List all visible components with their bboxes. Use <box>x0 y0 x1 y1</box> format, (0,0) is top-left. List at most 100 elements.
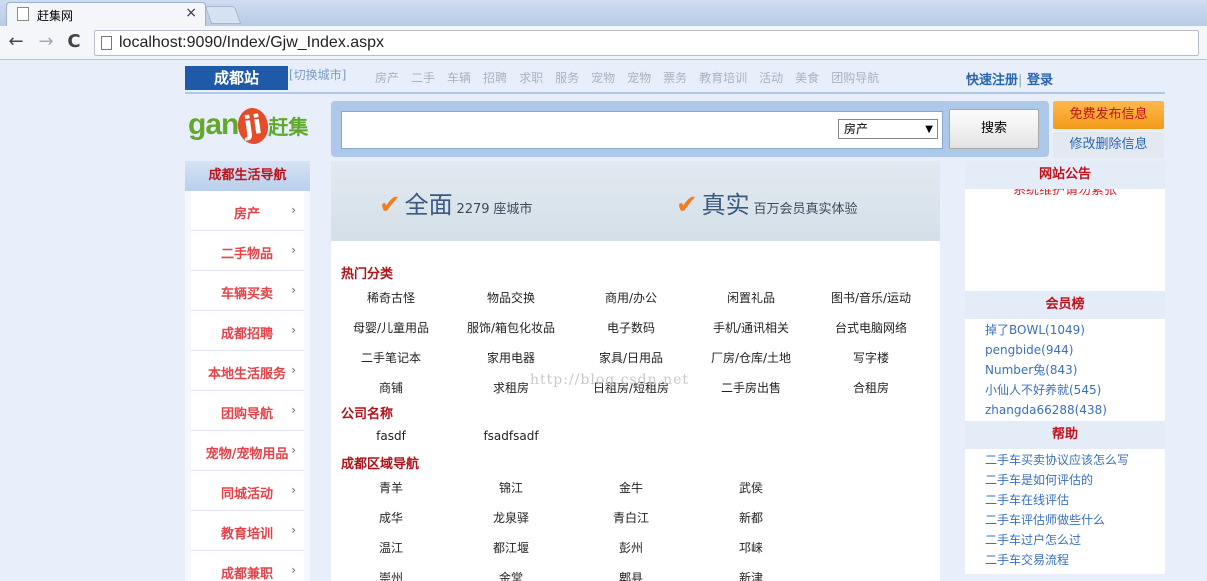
ganji-logo[interactable]: gan ji 赶集 <box>188 106 308 146</box>
top-nav-item[interactable]: 团购导航 <box>831 69 879 86</box>
region-link[interactable]: 郫县 <box>571 569 691 581</box>
hot-category-link[interactable]: 家具/日用品 <box>571 349 691 366</box>
left-nav-item[interactable]: 宠物/宠物用品 › <box>191 431 304 471</box>
left-nav-item[interactable]: 二手物品 › <box>191 231 304 271</box>
hot-category-link[interactable]: 商铺 <box>331 379 451 396</box>
login-link[interactable]: 登录 <box>1027 73 1053 88</box>
top-nav-item[interactable]: 票务 <box>663 69 687 86</box>
region-link[interactable]: 龙泉驿 <box>451 509 571 526</box>
hot-category-link[interactable]: 电子数码 <box>571 319 691 336</box>
region-link[interactable]: 锦江 <box>451 479 571 496</box>
region-link[interactable]: 温江 <box>331 539 451 556</box>
hot-category-link[interactable]: 物品交换 <box>451 289 571 306</box>
new-tab-button[interactable] <box>204 6 242 24</box>
edit-post-button[interactable]: 修改删除信息 <box>1053 132 1164 158</box>
address-bar[interactable]: localhost:9090/Index/Gjw_Index.aspx <box>94 30 1199 56</box>
top-nav-item[interactable]: 二手 <box>411 69 435 86</box>
free-post-button[interactable]: 免费发布信息 <box>1053 101 1164 129</box>
register-link[interactable]: 快速注册 <box>966 73 1018 88</box>
hot-category-link[interactable]: 商用/办公 <box>571 289 691 306</box>
region-link[interactable]: 邛崃 <box>691 539 811 556</box>
logo-text: gan <box>188 108 239 141</box>
hot-category-link[interactable]: 手机/通讯相关 <box>691 319 811 336</box>
member-link[interactable]: 掉了BOWL(1049) <box>965 320 1165 340</box>
left-nav-item[interactable]: 教育培训 › <box>191 511 304 551</box>
top-nav-item[interactable]: 房产 <box>375 69 399 86</box>
help-list: 二手车买卖协议应该怎么写 二手车是如何评估的 二手车在线评估 二手车评估师做些什… <box>965 449 1165 574</box>
help-link[interactable]: 二手车评估师做些什么 <box>965 510 1165 530</box>
region-link[interactable]: 青羊 <box>331 479 451 496</box>
hot-category-link[interactable]: 闲置礼品 <box>691 289 811 306</box>
notice-text[interactable]: 系统维护请勿紧张 <box>965 189 1165 205</box>
member-link[interactable]: 小仙人不好养就(545) <box>965 380 1165 400</box>
check-icon: ✔ <box>379 190 401 220</box>
region-link[interactable]: 彭州 <box>571 539 691 556</box>
region-link[interactable]: 成华 <box>331 509 451 526</box>
hot-category-link[interactable]: 母婴/儿童用品 <box>331 319 451 336</box>
help-link[interactable]: 二手车买卖协议应该怎么写 <box>965 450 1165 470</box>
chevron-right-icon: › <box>291 363 296 377</box>
region-link[interactable]: 武侯 <box>691 479 811 496</box>
search-button[interactable]: 搜索 <box>949 109 1039 149</box>
browser-tab[interactable]: 赶集网 × <box>6 2 206 26</box>
member-link[interactable]: Number兔(843) <box>965 360 1165 380</box>
region-link[interactable]: 金牛 <box>571 479 691 496</box>
hot-category-link[interactable]: 写字楼 <box>811 349 931 366</box>
top-nav-item[interactable]: 求职 <box>519 69 543 86</box>
top-nav-item[interactable]: 宠物 <box>591 69 615 86</box>
left-nav-item[interactable]: 同城活动 › <box>191 471 304 511</box>
hot-category-link[interactable]: 家用电器 <box>451 349 571 366</box>
hot-category-link[interactable]: 稀奇古怪 <box>331 289 451 306</box>
search-input[interactable]: 房产 ▼ <box>341 111 943 149</box>
left-nav-item[interactable]: 本地生活服务 › <box>191 351 304 391</box>
top-nav-item[interactable]: 活动 <box>759 69 783 86</box>
hot-category-link[interactable]: 二手笔记本 <box>331 349 451 366</box>
region-link[interactable]: 崇州 <box>331 569 451 581</box>
left-nav-label: 宠物/宠物用品 <box>205 447 289 462</box>
company-link[interactable]: fasdf <box>331 429 451 443</box>
left-nav-item[interactable]: 成都招聘 › <box>191 311 304 351</box>
member-link[interactable]: zhangda66288(438) <box>965 400 1165 420</box>
help-link[interactable]: 二手车是如何评估的 <box>965 470 1165 490</box>
left-nav-item[interactable]: 车辆买卖 › <box>191 271 304 311</box>
company-link[interactable]: fsadfsadf <box>451 429 571 443</box>
left-nav-item[interactable]: 成都兼职 › <box>191 551 304 581</box>
region-link[interactable]: 新津 <box>691 569 811 581</box>
help-box: 帮助 二手车买卖协议应该怎么写 二手车是如何评估的 二手车在线评估 二手车评估师… <box>965 421 1165 574</box>
switch-city-link[interactable]: [切换城市] <box>289 66 346 83</box>
region-link[interactable]: 金堂 <box>451 569 571 581</box>
top-nav-item[interactable]: 招聘 <box>483 69 507 86</box>
top-nav-item[interactable]: 教育培训 <box>699 69 747 86</box>
top-nav-item[interactable]: 美食 <box>795 69 819 86</box>
banner-item-real: ✔ 真实 百万会员真实体验 <box>676 185 857 220</box>
hot-category-link[interactable]: 厂房/仓库/土地 <box>691 349 811 366</box>
region-link[interactable]: 新都 <box>691 509 811 526</box>
top-nav-item[interactable]: 服务 <box>555 69 579 86</box>
hot-category-link[interactable]: 服饰/箱包化妆品 <box>451 319 571 336</box>
left-nav-item[interactable]: 团购导航 › <box>191 391 304 431</box>
banner-num: 2279 <box>456 202 490 217</box>
top-nav: 房产 二手 车辆 招聘 求职 服务 宠物 宠物 票务 教育培训 活动 美食 团购… <box>375 69 891 86</box>
hot-category-link[interactable]: 台式电脑网络 <box>811 319 931 336</box>
url-text[interactable]: localhost:9090/Index/Gjw_Index.aspx <box>119 34 384 52</box>
help-link[interactable]: 二手车过户怎么过 <box>965 530 1165 550</box>
banner-big: 全面 <box>404 191 453 219</box>
member-link[interactable]: pengbide(944) <box>965 340 1165 360</box>
hot-category-link[interactable]: 二手房出售 <box>691 379 811 396</box>
hot-category-link[interactable]: 图书/音乐/运动 <box>811 289 931 306</box>
hot-category-link[interactable]: 合租房 <box>811 379 931 396</box>
left-nav-item[interactable]: 房产 › <box>191 191 304 231</box>
help-link[interactable]: 二手车交易流程 <box>965 550 1165 570</box>
help-link[interactable]: 二手车在线评估 <box>965 490 1165 510</box>
region-link[interactable]: 青白江 <box>571 509 691 526</box>
forward-icon[interactable]: → <box>34 31 58 52</box>
chevron-right-icon: › <box>291 403 296 417</box>
top-nav-item[interactable]: 宠物 <box>627 69 651 86</box>
category-select[interactable]: 房产 ▼ <box>838 119 938 139</box>
top-nav-item[interactable]: 车辆 <box>447 69 471 86</box>
banner-big: 真实 <box>701 191 750 219</box>
reload-icon[interactable]: C <box>62 31 86 52</box>
region-link[interactable]: 都江堰 <box>451 539 571 556</box>
back-icon[interactable]: ← <box>4 31 28 52</box>
close-tab-icon[interactable]: × <box>185 5 197 21</box>
